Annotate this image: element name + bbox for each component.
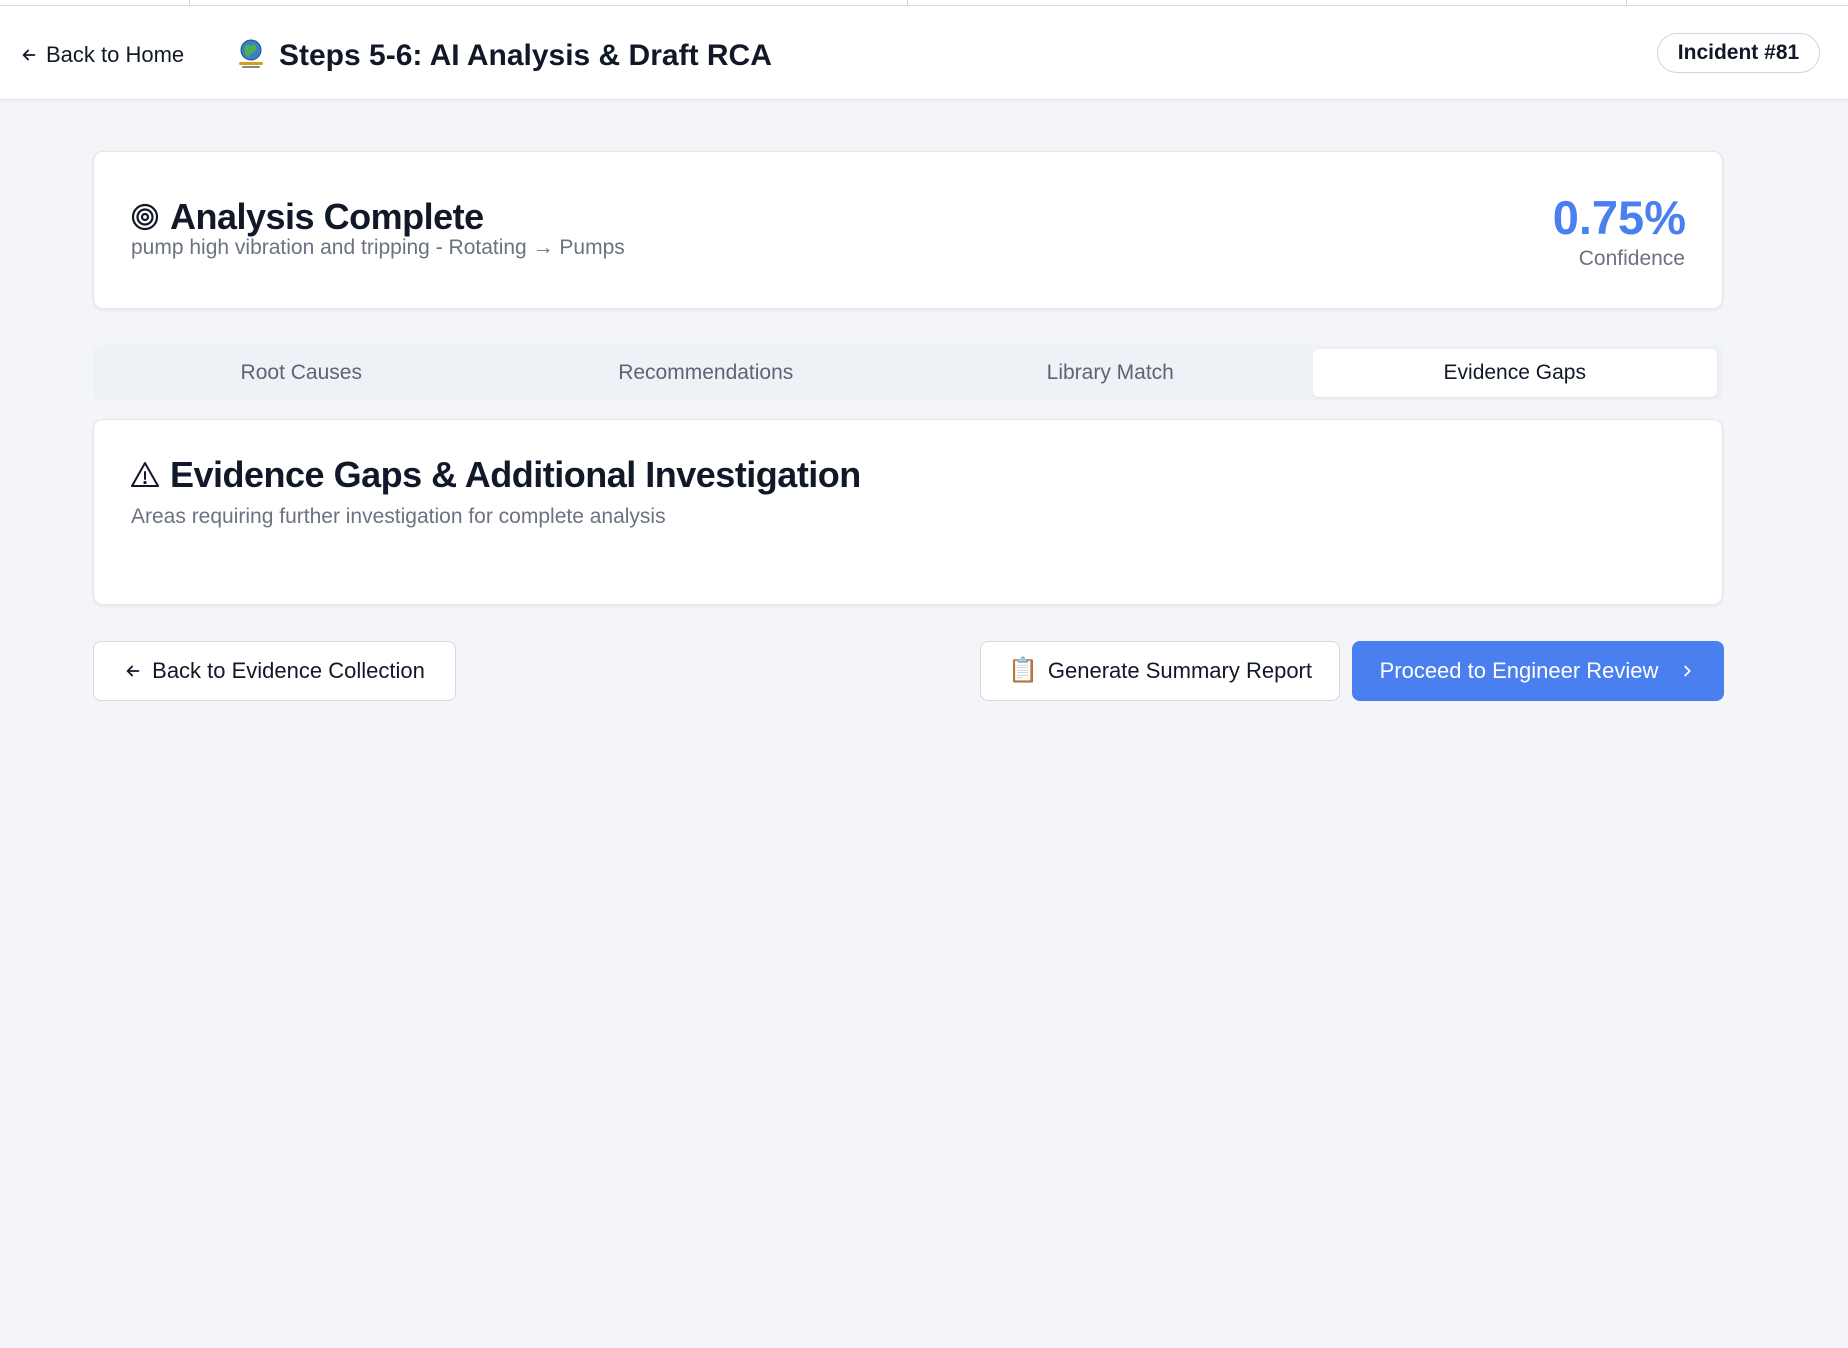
back-to-evidence-button[interactable]: Back to Evidence Collection [93, 641, 456, 701]
confidence-label: Confidence [1578, 247, 1685, 270]
analysis-subtitle: pump high vibration and tripping - Rotat… [131, 236, 625, 259]
strip-segment [190, 0, 908, 5]
warning-icon [131, 462, 159, 487]
incident-badge: Incident #81 [1657, 33, 1820, 73]
proceed-label: Proceed to Engineer Review [1379, 658, 1659, 683]
evidence-gaps-subtitle: Areas requiring further investigation fo… [131, 505, 666, 528]
analysis-heading: Analysis Complete [130, 196, 484, 238]
arrow-left-icon [22, 49, 36, 61]
analysis-title: Analysis Complete [170, 196, 484, 237]
strip-segment [908, 0, 1627, 5]
chevron-right-icon [1684, 665, 1692, 677]
target-icon [131, 203, 159, 231]
evidence-gaps-heading: Evidence Gaps & Additional Investigation [130, 454, 861, 496]
evidence-gaps-title: Evidence Gaps & Additional Investigation [170, 454, 861, 495]
analysis-summary-card: Analysis Complete pump high vibration an… [93, 151, 1723, 309]
back-to-home-label: Back to Home [46, 42, 185, 67]
page-title: Steps 5-6: AI Analysis & Draft RCA [279, 39, 772, 72]
back-to-evidence-label: Back to Evidence Collection [152, 658, 425, 683]
tab-evidence-gaps[interactable]: Evidence Gaps [1312, 349, 1717, 397]
analysis-tabs: Root Causes Recommendations Library Matc… [93, 345, 1723, 401]
clipboard-icon: 📋 [1008, 657, 1038, 684]
generate-report-label: Generate Summary Report [1047, 658, 1312, 683]
generate-report-button[interactable]: 📋 Generate Summary Report [980, 641, 1340, 701]
proceed-to-review-button[interactable]: Proceed to Engineer Review [1352, 641, 1724, 701]
tab-library-match[interactable]: Library Match [908, 349, 1313, 397]
back-to-home-link[interactable]: Back to Home [20, 39, 184, 71]
strip-segment [0, 0, 190, 5]
tab-root-causes[interactable]: Root Causes [99, 349, 504, 397]
tab-recommendations[interactable]: Recommendations [504, 349, 909, 397]
confidence-value: 0.75% [1552, 191, 1686, 244]
evidence-gaps-card: Evidence Gaps & Additional Investigation… [93, 419, 1723, 605]
app-header: Back to Home Steps 5-6: AI Analysis & Dr… [0, 6, 1848, 100]
company-logo [239, 39, 263, 68]
arrow-left-icon [126, 665, 140, 677]
